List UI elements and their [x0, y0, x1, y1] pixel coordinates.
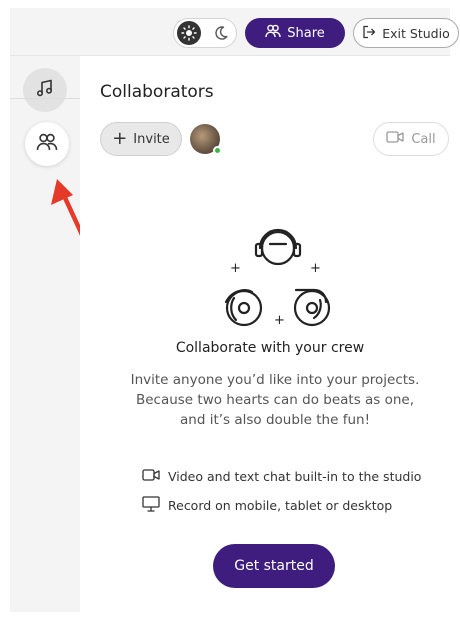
call-label: Call [411, 131, 436, 147]
description-line: and it’s also double the fun! [180, 412, 370, 428]
feature-text: Record on mobile, tablet or desktop [168, 497, 393, 513]
plus-icon: + [112, 128, 128, 149]
monitor-icon [142, 495, 160, 515]
get-started-button[interactable]: Get started [213, 544, 335, 588]
video-camera-icon [386, 131, 405, 147]
people-icon [265, 24, 281, 42]
sidebar-divider [10, 98, 80, 99]
moon-icon[interactable] [210, 22, 232, 44]
top-bar: Share Exit Studio [10, 8, 459, 56]
exit-icon [362, 25, 376, 42]
sun-icon[interactable] [177, 21, 201, 45]
invite-label: Invite [133, 131, 170, 147]
panel-title: Collaborators [100, 82, 214, 102]
sidebar-item-music[interactable] [23, 68, 67, 112]
description-line: Because two hearts can do beats as one, [135, 392, 415, 408]
exit-studio-button[interactable]: Exit Studio [353, 18, 459, 48]
empty-state-heading: Collaborate with your crew [175, 340, 365, 356]
feature-video-chat: Video and text chat built-in to the stud… [142, 466, 421, 486]
share-button[interactable]: Share [245, 18, 345, 48]
sidebar-item-collaborators[interactable] [25, 122, 69, 166]
svg-text:+: + [274, 313, 285, 328]
collaboration-illustration: + + + [224, 228, 331, 328]
exit-studio-label: Exit Studio [382, 25, 450, 41]
online-status-indicator [213, 146, 222, 155]
video-camera-icon [142, 468, 160, 484]
sidebar [10, 56, 80, 612]
people-icon [36, 133, 58, 155]
feature-text: Video and text chat built-in to the stud… [168, 468, 422, 484]
theme-toggle[interactable] [173, 18, 237, 48]
invite-button[interactable]: + Invite [100, 122, 182, 156]
collaborator-avatar[interactable] [190, 124, 222, 155]
svg-text:+: + [230, 261, 241, 276]
collaborators-panel: Collaborators + Invite Call + + + Collab… [80, 66, 460, 618]
empty-state-description: Invite anyone you’d like into your proje… [110, 370, 440, 430]
feature-record-anywhere: Record on mobile, tablet or desktop [142, 495, 392, 515]
share-label: Share [287, 25, 325, 41]
call-button[interactable]: Call [373, 122, 449, 156]
svg-text:+: + [310, 261, 321, 276]
description-line: Invite anyone you’d like into your proje… [130, 372, 420, 388]
